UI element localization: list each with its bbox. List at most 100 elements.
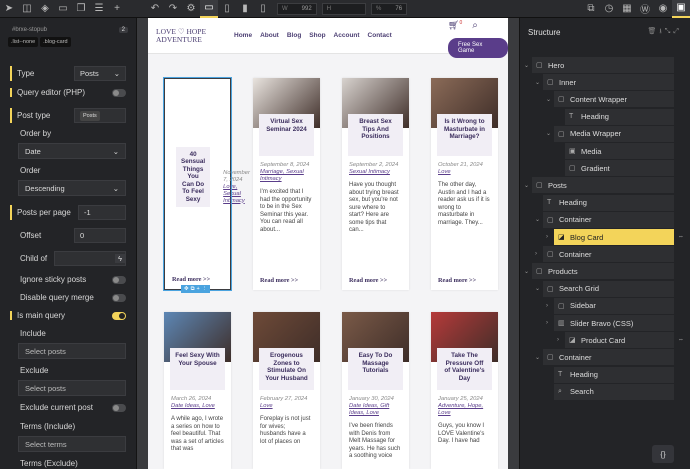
expand-toggle-icon[interactable]: ⌄: [546, 130, 554, 137]
expand-toggle-icon[interactable]: ⌄: [535, 216, 543, 223]
blog-card-categories[interactable]: Love: [260, 403, 273, 409]
structure-item-box[interactable]: ▢ Sidebar: [554, 297, 674, 314]
expand-toggle-icon[interactable]: ⌄: [524, 182, 532, 189]
expand-toggle-icon[interactable]: ›: [546, 320, 554, 326]
structure-item-box[interactable]: ▥ Slider Bravo (CSS): [554, 315, 674, 331]
blog-card-categories[interactable]: Marriage, Sexual Intimacy: [260, 169, 304, 182]
expand-toggle-icon[interactable]: ⌄: [535, 354, 543, 361]
layout-icon[interactable]: ▦: [618, 0, 636, 18]
type-select[interactable]: Posts ⌄: [74, 66, 126, 81]
blog-card[interactable]: Erogenous Zones to Stimulate On Your Hus…: [253, 312, 320, 469]
width-field[interactable]: W 992: [277, 2, 317, 15]
tablet-icon[interactable]: ▯: [218, 0, 236, 18]
structure-item[interactable]: ⌄ ▢ Posts: [520, 177, 690, 194]
cursor-icon[interactable]: ➤: [0, 0, 18, 18]
copy-icon[interactable]: ⧉: [191, 286, 195, 293]
blog-card-categories[interactable]: Love, Sexual Intimacy: [223, 184, 245, 204]
structure-item[interactable]: ⌕ Search: [520, 383, 690, 400]
structure-item[interactable]: › ▢ Sidebar: [520, 297, 690, 314]
posts-per-page-input[interactable]: -1: [78, 205, 126, 220]
copy-icon[interactable]: ❐: [72, 0, 90, 18]
plus-icon[interactable]: +: [108, 0, 126, 18]
expand-toggle-icon[interactable]: ›: [546, 234, 554, 240]
expand-toggle-icon[interactable]: ⌄: [524, 268, 532, 275]
structure-toggle-icon[interactable]: ▣: [672, 0, 690, 18]
structure-item-box[interactable]: ▢ Media Wrapper: [554, 125, 674, 142]
structure-item-box[interactable]: T Heading: [543, 194, 674, 211]
expand-toggle-icon[interactable]: ⌄: [546, 96, 554, 103]
structure-item[interactable]: T Heading: [520, 108, 690, 125]
dynamic-data-icon[interactable]: ϟ: [115, 254, 125, 263]
structure-item[interactable]: ⌄ ▢ Container: [520, 349, 690, 366]
read-more-link[interactable]: Read more >>: [172, 276, 210, 283]
folder-icon[interactable]: ▭: [54, 0, 72, 18]
expand-toggle-icon[interactable]: ⌄: [535, 285, 543, 292]
structure-item-box[interactable]: ▢ Hero: [532, 57, 674, 73]
blog-card-categories[interactable]: Sexual Intimacy: [349, 169, 390, 175]
undo-icon[interactable]: ↶: [146, 0, 164, 18]
structure-item[interactable]: ⌄ ▢ Products: [520, 263, 690, 280]
tablet-portrait-icon[interactable]: ▮: [236, 0, 254, 18]
element-handle[interactable]: ✥ ⧉ + ⋮: [181, 285, 211, 293]
settings-icon[interactable]: ⚙: [182, 0, 200, 18]
plus-icon[interactable]: +: [197, 286, 200, 292]
nav-shop[interactable]: Shop: [309, 32, 325, 39]
blog-card-title[interactable]: Feel Sexy With Your Spouse: [170, 348, 225, 390]
structure-item-box[interactable]: ◪ Blog Card: [554, 229, 674, 245]
blog-card[interactable]: Take The Pressure Off of Valentine's Day…: [431, 312, 498, 469]
structure-item-box[interactable]: ▢ Posts: [532, 177, 674, 194]
structure-item-box[interactable]: T Heading: [554, 366, 674, 383]
wordpress-icon[interactable]: Ⓦ: [636, 0, 654, 18]
class-chip[interactable]: .list--none: [8, 37, 39, 47]
nav-home[interactable]: Home: [234, 32, 252, 39]
structure-item-box[interactable]: ⌕ Search: [554, 383, 674, 400]
structure-item[interactable]: › ▢ Container: [520, 246, 690, 263]
structure-item[interactable]: ⌄ ▢ Media Wrapper: [520, 125, 690, 142]
cart-icon[interactable]: 🛒︎0: [448, 20, 462, 31]
components-icon[interactable]: ◈: [36, 0, 54, 18]
order-select[interactable]: Descending ⌄: [18, 180, 126, 196]
blog-card-title[interactable]: 40 Sensual Things You Can Do To Feel Sex…: [176, 146, 211, 208]
structure-item[interactable]: ⌄ ▢ Hero: [520, 57, 690, 73]
structure-item-box[interactable]: ▣ Media: [565, 143, 674, 159]
class-chip[interactable]: .blog-card: [40, 37, 71, 47]
code-braces-icon[interactable]: {}: [652, 445, 674, 463]
structure-item[interactable]: › ◪ Product Card ⇔: [520, 332, 690, 349]
exclude-select[interactable]: Select posts: [18, 380, 126, 396]
free-game-button[interactable]: Free Sex Game: [448, 38, 508, 58]
is-main-query-toggle[interactable]: [112, 311, 126, 320]
more-icon[interactable]: ⋮: [202, 286, 208, 292]
blog-card-categories[interactable]: Date Ideas, Gift Ideas, Love: [349, 403, 389, 416]
nav-about[interactable]: About: [260, 32, 279, 39]
structure-item-box[interactable]: ▢ Container: [543, 246, 674, 263]
read-more-link[interactable]: Read more >>: [438, 277, 476, 284]
terms-include-select[interactable]: Select terms: [18, 436, 126, 452]
blog-card-categories[interactable]: Date Ideas, Love: [171, 403, 215, 409]
structure-item[interactable]: ⌄ ▢ Inner: [520, 74, 690, 91]
layers-icon[interactable]: ◫: [18, 0, 36, 18]
redo-icon[interactable]: ↷: [164, 0, 182, 18]
structure-item-box[interactable]: ▢ Container: [543, 211, 674, 228]
blog-card-title[interactable]: Erogenous Zones to Stimulate On Your Hus…: [259, 348, 314, 390]
expand-toggle-icon[interactable]: ⌄: [535, 79, 543, 86]
nav-contact[interactable]: Contact: [368, 32, 392, 39]
height-field[interactable]: H: [321, 2, 367, 15]
query-editor-toggle[interactable]: [112, 88, 126, 97]
exclude-current-toggle[interactable]: [112, 403, 126, 412]
structure-item[interactable]: › ◪ Blog Card ⇔: [520, 229, 690, 245]
structure-item[interactable]: ⌄ ▢ Content Wrapper: [520, 91, 690, 108]
blog-card-title[interactable]: Take The Pressure Off of Valentine's Day: [437, 348, 492, 390]
blog-card[interactable]: Virtual Sex Seminar 2024 September 8, 202…: [253, 78, 320, 290]
search-icon[interactable]: ⌕: [472, 20, 478, 31]
read-more-link[interactable]: Read more >>: [260, 277, 298, 284]
child-of-input[interactable]: ϟ: [54, 251, 126, 266]
structure-item-box[interactable]: ▢ Products: [532, 263, 674, 280]
expand-toggle-icon[interactable]: ›: [546, 303, 554, 309]
post-type-select[interactable]: Posts: [74, 108, 126, 123]
structure-item-box[interactable]: ◪ Product Card: [565, 332, 674, 349]
ignore-sticky-toggle[interactable]: [112, 275, 126, 284]
nav-account[interactable]: Account: [334, 32, 360, 39]
post-type-chip[interactable]: Posts: [80, 110, 100, 121]
structure-item[interactable]: ⌄ ▢ Container: [520, 211, 690, 228]
structure-item[interactable]: T Heading: [520, 194, 690, 211]
